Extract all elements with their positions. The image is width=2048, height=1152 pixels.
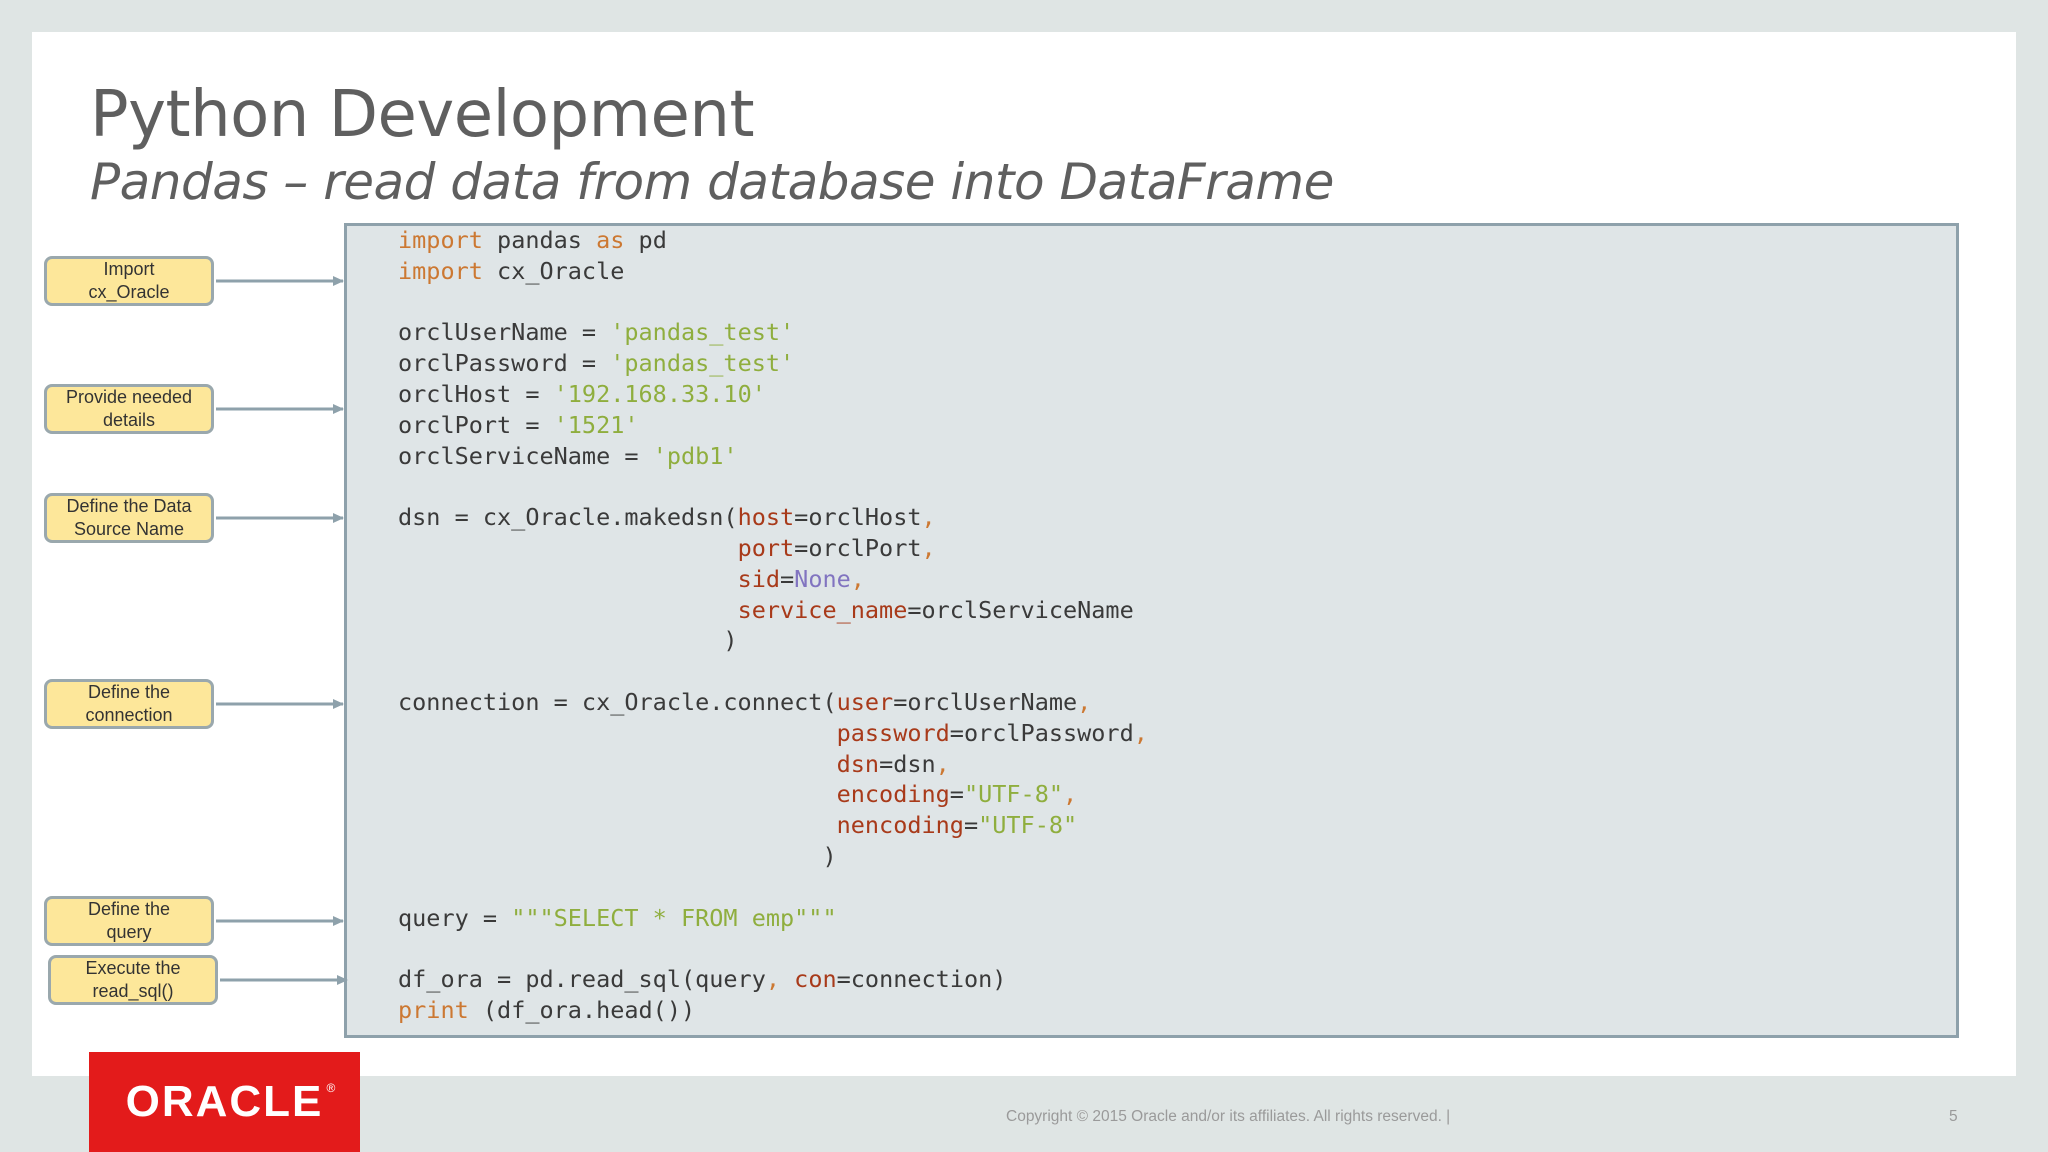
close-paren: ) bbox=[822, 841, 837, 870]
string-literal: """SELECT * FROM emp""" bbox=[511, 903, 837, 932]
param-name: port bbox=[737, 533, 795, 562]
callout-line: Define the bbox=[87, 899, 171, 919]
param-name: dsn bbox=[836, 749, 880, 778]
string-literal: '1521' bbox=[553, 410, 639, 439]
keyword: as bbox=[596, 226, 625, 254]
oracle-logo: ORACLE ® bbox=[89, 1052, 360, 1152]
code-token: orclUserName bbox=[907, 687, 1078, 716]
code-token: orclUserName bbox=[398, 318, 568, 347]
param-name: service_name bbox=[737, 595, 908, 624]
callout-line: query bbox=[106, 922, 152, 942]
code-token: = bbox=[567, 318, 611, 347]
code-token: pandas bbox=[497, 226, 582, 254]
callout-details: Provide needed details bbox=[44, 384, 214, 434]
code-block: import pandas as pd import cx_Oracle orc… bbox=[398, 226, 1148, 1024]
comma: , bbox=[1063, 780, 1078, 809]
code-token: orclPassword bbox=[398, 349, 568, 378]
code-token: connection = cx_Oracle.connect( bbox=[398, 687, 837, 716]
code-token: orclHost bbox=[398, 379, 512, 408]
param-name: nencoding bbox=[836, 811, 964, 840]
callout-line: Import bbox=[103, 259, 155, 279]
code-token: dsn = cx_Oracle.makedsn( bbox=[398, 503, 738, 532]
string-literal: 'pandas_test' bbox=[610, 349, 795, 378]
keyword: print bbox=[398, 995, 469, 1024]
callout-line: Provide needed bbox=[65, 387, 193, 407]
comma: , bbox=[850, 564, 865, 593]
callout-line: Source Name bbox=[73, 519, 185, 539]
comma: , bbox=[921, 503, 936, 532]
keyword: import bbox=[398, 226, 483, 254]
callout-line: cx_Oracle bbox=[88, 282, 170, 302]
callout-line: read_sql() bbox=[92, 981, 174, 1001]
code-token: orclServiceName bbox=[921, 595, 1134, 624]
slide-title: Python Development bbox=[90, 78, 755, 152]
code-token: orclPassword bbox=[963, 718, 1134, 747]
code-token: pd bbox=[638, 226, 667, 254]
callout-line: Define the bbox=[87, 682, 171, 702]
code-token: = bbox=[610, 441, 653, 470]
callout-import: Import cx_Oracle bbox=[44, 256, 214, 306]
slide-subtitle: Pandas – read data from database into Da… bbox=[90, 153, 1334, 211]
close-paren: ) bbox=[723, 626, 738, 655]
callout-line: Define the Data bbox=[66, 496, 192, 516]
callout-dsn: Define the Data Source Name bbox=[44, 493, 214, 543]
callout-line: connection bbox=[85, 705, 173, 725]
string-literal: 'pandas_test' bbox=[610, 318, 795, 347]
comma: , bbox=[935, 749, 950, 778]
param-name: con bbox=[794, 965, 837, 994]
callout-read-sql: Execute the read_sql() bbox=[48, 955, 218, 1005]
code-token: (df_ora.head()) bbox=[468, 995, 696, 1024]
none-literal: None bbox=[794, 564, 851, 593]
code-token: = bbox=[511, 379, 554, 408]
string-literal: 'pdb1' bbox=[652, 441, 738, 470]
code-token: orclServiceName bbox=[398, 441, 611, 470]
logo-text: ORACLE bbox=[125, 1077, 324, 1126]
comma: , bbox=[765, 965, 781, 994]
code-token: dsn bbox=[893, 749, 936, 778]
logo-registered-mark: ® bbox=[326, 1081, 338, 1095]
code-token: orclPort bbox=[808, 533, 922, 562]
code-token: connection) bbox=[850, 965, 1007, 994]
keyword: import bbox=[398, 256, 483, 285]
string-literal: "UTF-8" bbox=[978, 811, 1078, 840]
code-token: query = bbox=[398, 903, 512, 932]
string-literal: '192.168.33.10' bbox=[553, 379, 766, 408]
code-token: = bbox=[511, 410, 554, 439]
callout-line: details bbox=[102, 410, 155, 430]
comma: , bbox=[1077, 687, 1092, 716]
code-token: orclHost bbox=[808, 503, 922, 532]
callout-query: Define the query bbox=[44, 896, 214, 946]
param-name: user bbox=[836, 687, 894, 716]
code-token: = bbox=[567, 349, 611, 378]
code-token: orclPort bbox=[398, 410, 512, 439]
param-name: encoding bbox=[836, 780, 950, 809]
callout-connection: Define the connection bbox=[44, 679, 214, 729]
copyright-text: Copyright © 2015 Oracle and/or its affil… bbox=[1006, 1108, 1451, 1125]
comma: , bbox=[1133, 718, 1148, 747]
code-token: df_ora = pd.read_sql(query bbox=[398, 965, 766, 994]
callout-line: Execute the bbox=[85, 958, 181, 978]
comma: , bbox=[921, 533, 936, 562]
string-literal: "UTF-8" bbox=[963, 780, 1063, 809]
page-number: 5 bbox=[1949, 1108, 1958, 1125]
param-name: host bbox=[737, 503, 795, 532]
param-name: password bbox=[836, 718, 950, 747]
param-name: sid bbox=[737, 564, 781, 593]
code-token: cx_Oracle bbox=[497, 256, 625, 285]
